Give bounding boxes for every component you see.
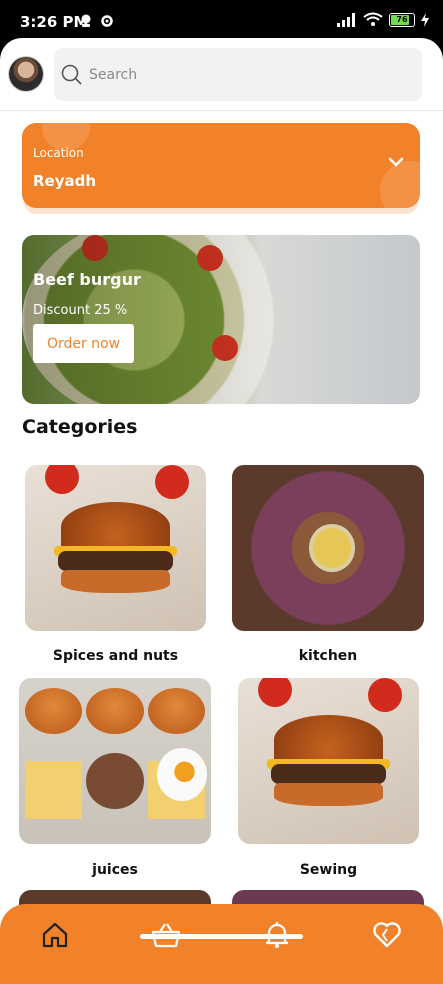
category-image (232, 465, 424, 631)
home-icon (42, 922, 68, 948)
avatar[interactable] (9, 57, 43, 91)
notification-icon (81, 14, 91, 27)
app-screen: Search Location Reyadh Beef burgur Disco… (0, 38, 443, 984)
wifi-icon (363, 12, 383, 26)
status-bar: 3:26 PM 76 (0, 0, 443, 40)
nav-home[interactable] (39, 919, 71, 951)
status-time: 3:26 PM (20, 13, 89, 31)
category-label: Spices and nuts (52, 648, 179, 664)
settings-icon (101, 15, 113, 27)
promo-title: Beef burgur (33, 270, 141, 289)
battery-icon: 76 (389, 12, 415, 27)
category-image (19, 678, 211, 844)
promo-discount: Discount 25 % (33, 303, 128, 318)
search-bar[interactable]: Search (54, 48, 422, 101)
category-image (25, 465, 206, 631)
nav-favorites[interactable] (371, 919, 403, 951)
category-label: kitchen (298, 648, 358, 664)
top-bar: Search (0, 38, 443, 111)
order-now-button[interactable]: Order now (33, 324, 134, 363)
category-image (238, 678, 419, 844)
categories-title: Categories (22, 416, 138, 438)
charging-icon (421, 12, 429, 27)
category-label: juices (92, 862, 138, 878)
chevron-down-icon[interactable] (388, 157, 404, 167)
home-indicator[interactable] (140, 934, 303, 939)
category-label: Sewing (299, 862, 358, 878)
location-value: Reyadh (33, 172, 97, 190)
status-icons (80, 14, 114, 28)
location-selector[interactable]: Location Reyadh (22, 123, 420, 208)
bottom-nav (0, 904, 443, 984)
promo-banner[interactable]: Beef burgur Discount 25 % Order now (22, 235, 420, 404)
heart-icon (373, 922, 401, 948)
signal-icon (337, 12, 355, 27)
search-icon (61, 64, 82, 85)
search-input[interactable]: Search (89, 67, 137, 83)
location-label: Location (33, 146, 84, 160)
